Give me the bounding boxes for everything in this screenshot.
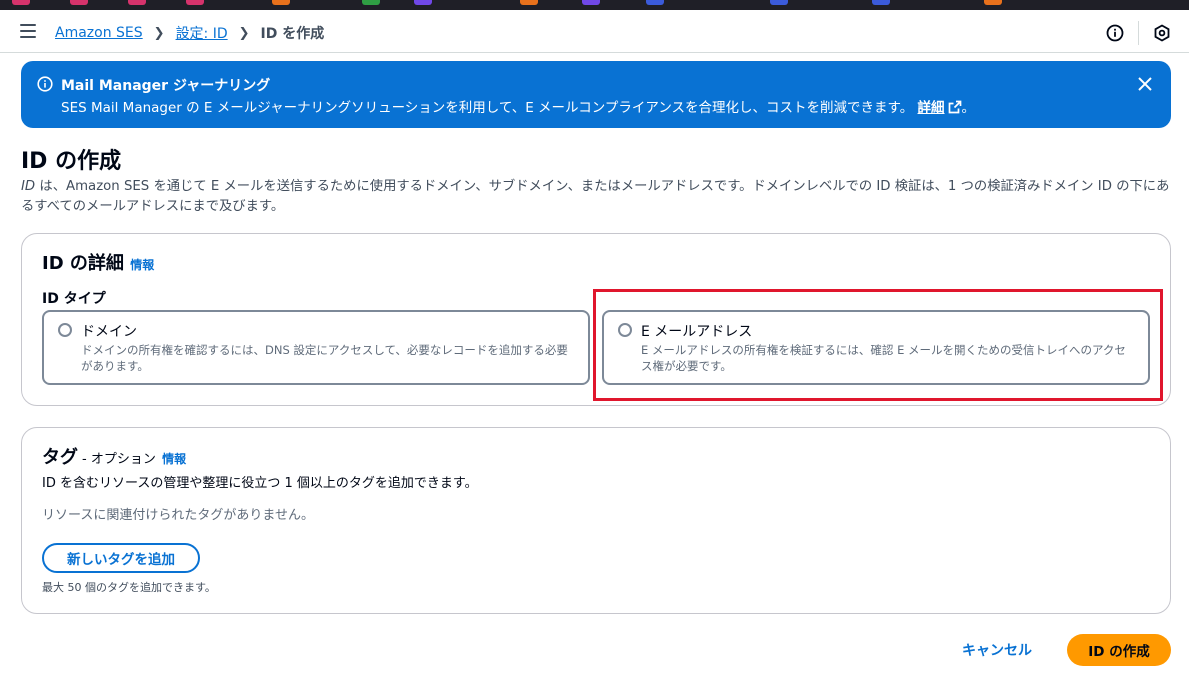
page-description: ID は、Amazon SES を通じて E メールを送信するために使用するドメ… bbox=[21, 177, 1176, 217]
close-icon[interactable] bbox=[1137, 76, 1153, 96]
tile-title: E メールアドレス bbox=[641, 324, 753, 340]
flash-details-link[interactable]: 詳細 bbox=[918, 100, 962, 116]
flash-title: Mail Manager ジャーナリング bbox=[61, 78, 271, 94]
flash-link-text: 詳細 bbox=[917, 100, 945, 116]
tab-favicon bbox=[12, 0, 30, 5]
tile-description: E メールアドレスの所有権を検証するには、確認 E メールを開くための受信トレイ… bbox=[641, 343, 1126, 373]
info-icon[interactable] bbox=[1104, 22, 1126, 44]
flash-notification: Mail Manager ジャーナリング SES Mail Manager の … bbox=[21, 61, 1171, 128]
identity-details-header: ID の詳細 情報 bbox=[42, 249, 154, 275]
tags-header: タグ - オプション 情報 bbox=[42, 443, 186, 469]
top-navigation-bar: Amazon SES ❯ 設定: ID ❯ ID を作成 bbox=[0, 10, 1189, 53]
flash-body: SES Mail Manager の E メールジャーナリングソリューションを利… bbox=[61, 96, 975, 116]
identity-details-container: ID の詳細 情報 ID タイプ ドメイン ドメインの所有権を確認するには、DN… bbox=[21, 233, 1171, 406]
flash-body-text: SES Mail Manager の E メールジャーナリングソリューションを利… bbox=[61, 100, 914, 116]
tab-favicon bbox=[770, 0, 788, 5]
tab-favicon bbox=[128, 0, 146, 5]
tab-favicon bbox=[70, 0, 88, 5]
tile-title: ドメイン bbox=[81, 324, 137, 340]
breadcrumb: Amazon SES ❯ 設定: ID ❯ ID を作成 bbox=[55, 23, 324, 43]
tile-description: ドメインの所有権を確認するには、DNS 設定にアクセスして、必要なレコードを追加… bbox=[81, 343, 568, 373]
add-tag-button[interactable]: 新しいタグを追加 bbox=[42, 543, 200, 573]
tags-optional-label: - オプション bbox=[82, 452, 156, 467]
breadcrumb-amazon-ses[interactable]: Amazon SES bbox=[55, 25, 143, 41]
divider bbox=[1138, 21, 1139, 45]
tab-favicon bbox=[984, 0, 1002, 5]
tags-description: ID を含むリソースの管理や整理に役立つ 1 個以上のタグを追加できます。 bbox=[42, 476, 478, 491]
hamburger-icon[interactable] bbox=[20, 24, 36, 38]
tab-favicon bbox=[520, 0, 538, 5]
radio-button[interactable] bbox=[58, 323, 72, 337]
tags-hint: 最大 50 個のタグを追加できます。 bbox=[42, 581, 216, 594]
page-title: ID の作成 bbox=[21, 149, 122, 174]
identity-type-email-tile[interactable]: E メールアドレス E メールアドレスの所有権を検証するには、確認 E メールを… bbox=[602, 310, 1150, 385]
identity-type-label: ID タイプ bbox=[42, 291, 106, 307]
create-identity-button[interactable]: ID の作成 bbox=[1067, 634, 1171, 666]
tab-favicon bbox=[272, 0, 290, 5]
tab-favicon bbox=[362, 0, 380, 5]
tab-favicon bbox=[582, 0, 600, 5]
chevron-right-icon: ❯ bbox=[238, 25, 250, 41]
chevron-right-icon: ❯ bbox=[153, 25, 165, 41]
identity-type-domain-tile[interactable]: ドメイン ドメインの所有権を確認するには、DNS 設定にアクセスして、必要なレコ… bbox=[42, 310, 590, 385]
radio-button[interactable] bbox=[618, 323, 632, 337]
breadcrumb-current: ID を作成 bbox=[260, 26, 325, 42]
external-link-icon bbox=[948, 100, 961, 114]
settings-shield-icon[interactable] bbox=[1151, 22, 1173, 44]
cancel-button[interactable]: キャンセル bbox=[962, 640, 1032, 660]
flash-suffix: 。 bbox=[961, 100, 976, 116]
info-link[interactable]: 情報 bbox=[130, 258, 154, 272]
tags-title: タグ bbox=[42, 447, 78, 468]
page-description-text: は、Amazon SES を通じて E メールを送信するために使用するドメイン、… bbox=[21, 179, 1170, 214]
tags-empty-state: リソースに関連付けられたタグがありません。 bbox=[42, 508, 314, 523]
tab-favicon bbox=[414, 0, 432, 5]
tags-container: タグ - オプション 情報 ID を含むリソースの管理や整理に役立つ 1 個以上の… bbox=[21, 427, 1171, 614]
page-description-italic: ID bbox=[21, 179, 36, 194]
info-link[interactable]: 情報 bbox=[162, 452, 186, 466]
breadcrumb-settings-id[interactable]: 設定: ID bbox=[176, 23, 228, 43]
tab-favicon bbox=[186, 0, 204, 5]
top-icons bbox=[1104, 21, 1173, 45]
tab-favicon bbox=[872, 0, 890, 5]
identity-details-title: ID の詳細 bbox=[42, 253, 124, 274]
browser-tab-strip bbox=[0, 0, 1189, 10]
info-circle-icon bbox=[37, 76, 53, 96]
tab-favicon bbox=[646, 0, 664, 5]
